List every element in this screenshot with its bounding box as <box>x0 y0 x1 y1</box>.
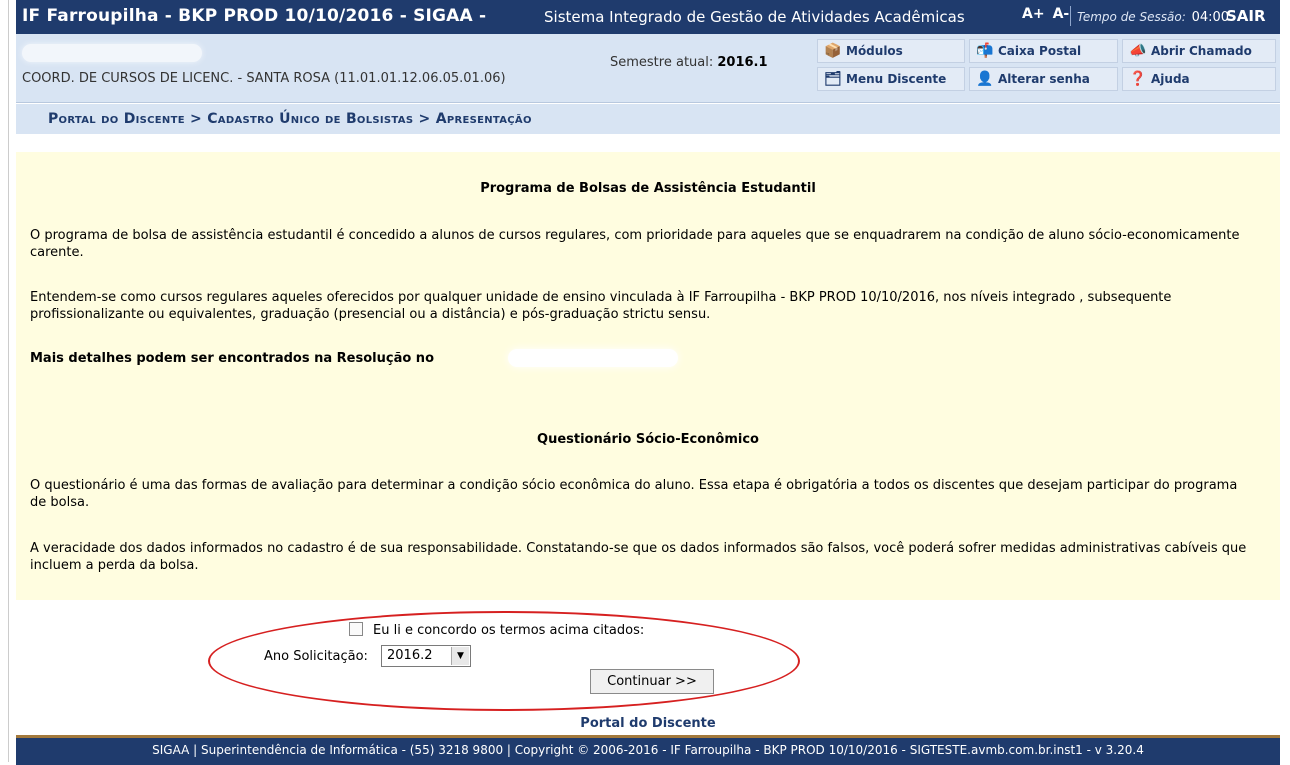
breadcrumb: Portal do Discente > Cadastro Único de B… <box>48 111 532 127</box>
year-select[interactable]: 2016.2 ▼ <box>381 645 471 667</box>
footer: SIGAA | Superintendência de Informática … <box>16 735 1280 765</box>
mailbox-label: Caixa Postal <box>998 44 1082 58</box>
portal-link[interactable]: Portal do Discente <box>16 716 1280 731</box>
redacted-user-name <box>22 44 202 62</box>
page: IF Farroupilha - BKP PROD 10/10/2016 - S… <box>16 0 1280 765</box>
current-semester: Semestre atual: 2016.1 <box>610 55 768 70</box>
program-paragraph: O programa de bolsa de assistência estud… <box>30 228 1240 260</box>
sitemap-icon: 🗂 <box>824 71 842 87</box>
info-bar: COORD. DE CURSOS DE LICENC. - SANTA ROSA… <box>16 34 1280 103</box>
student-menu-label: Menu Discente <box>846 72 947 86</box>
responsibility-paragraph: A veracidade dos dados informados no cad… <box>30 541 1247 573</box>
session-label: Tempo de Sessão: <box>1077 10 1186 24</box>
student-menu-button[interactable]: 🗂 Menu Discente <box>817 67 965 91</box>
megaphone-icon: 📣 <box>1129 43 1147 59</box>
help-button[interactable]: ❓ Ajuda <box>1122 67 1276 91</box>
year-value: 2016.2 <box>387 648 433 663</box>
breadcrumb-bar: Portal do Discente > Cadastro Único de B… <box>16 104 1280 134</box>
user-key-icon: 👤 <box>976 71 994 87</box>
agree-label: Eu li e concordo os termos acima citados… <box>373 623 645 638</box>
mailbox-button[interactable]: 📬 Caixa Postal <box>969 39 1118 63</box>
change-password-label: Alterar senha <box>998 72 1090 86</box>
questionnaire-heading: Questionário Sócio-Econômico <box>537 432 759 447</box>
continue-button[interactable]: Continuar >> <box>590 669 714 694</box>
session-timer: Tempo de Sessão: 04:00 <box>1077 10 1229 25</box>
chevron-down-icon[interactable]: ▼ <box>451 647 469 665</box>
agree-checkbox[interactable] <box>349 622 363 636</box>
open-ticket-button[interactable]: 📣 Abrir Chamado <box>1122 39 1276 63</box>
help-icon: ❓ <box>1129 71 1147 87</box>
font-decrease-button[interactable]: A- <box>1053 6 1070 22</box>
modules-label: Módulos <box>846 44 903 58</box>
system-title: IF Farroupilha - BKP PROD 10/10/2016 - S… <box>22 6 487 26</box>
system-subtitle: Sistema Integrado de Gestão de Atividade… <box>544 8 965 26</box>
presentation-panel: Programa de Bolsas de Assistência Estuda… <box>16 152 1280 600</box>
font-increase-button[interactable]: A+ <box>1022 6 1045 22</box>
font-controls: A+ A- <box>1022 6 1077 22</box>
left-border <box>0 0 9 762</box>
modules-button[interactable]: 📦 Módulos <box>817 39 965 63</box>
open-ticket-label: Abrir Chamado <box>1151 44 1252 58</box>
agreement-form: Eu li e concordo os termos acima citados… <box>16 600 1280 715</box>
semester-label: Semestre atual: <box>610 55 714 70</box>
semester-value: 2016.1 <box>717 55 768 70</box>
program-heading: Programa de Bolsas de Assistência Estuda… <box>480 181 816 196</box>
year-label: Ano Solicitação: <box>264 649 368 664</box>
redacted-resolution <box>508 349 678 367</box>
agree-row: Eu li e concordo os termos acima citados… <box>349 622 644 638</box>
courses-paragraph: Entendem-se como cursos regulares aquele… <box>30 290 1172 322</box>
logout-button[interactable]: SAIR <box>1226 7 1266 25</box>
change-password-button[interactable]: 👤 Alterar senha <box>969 67 1118 91</box>
help-label: Ajuda <box>1151 72 1190 86</box>
top-bar: IF Farroupilha - BKP PROD 10/10/2016 - S… <box>16 0 1280 34</box>
mailbox-icon: 📬 <box>976 43 994 59</box>
divider <box>1070 6 1071 26</box>
unit-name: COORD. DE CURSOS DE LICENC. - SANTA ROSA… <box>22 71 506 86</box>
box-icon: 📦 <box>824 43 842 59</box>
questionnaire-paragraph: O questionário é uma das formas de avali… <box>30 478 1238 510</box>
session-time: 04:00 <box>1191 10 1230 25</box>
